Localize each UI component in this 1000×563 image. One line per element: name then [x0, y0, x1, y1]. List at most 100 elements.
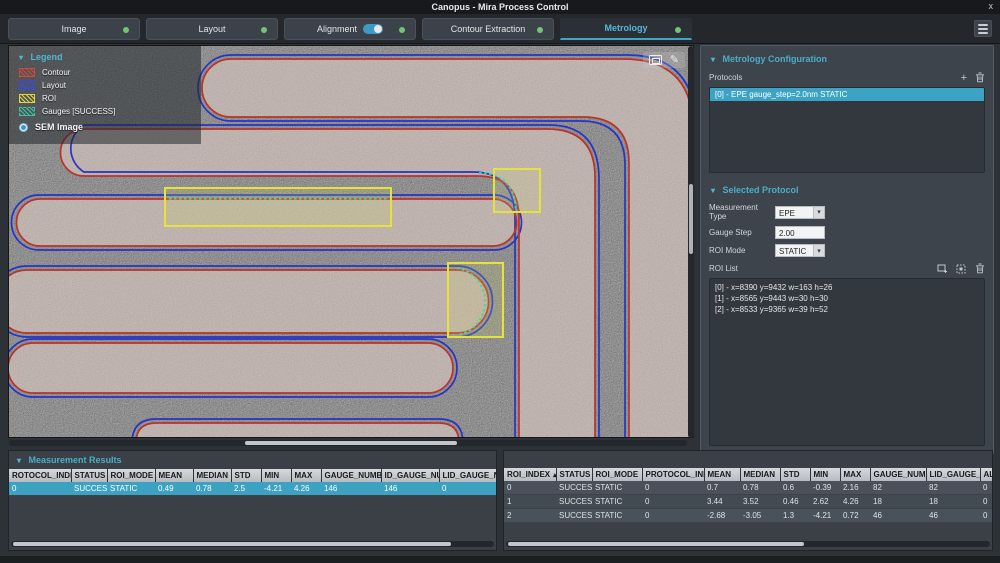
roi-results-pane: ROI_INDEX▴STATUSROI_MODEPROTOCOL_INDEXME…: [503, 450, 993, 551]
gauge-step-input[interactable]: 2.00: [775, 226, 825, 239]
column-header[interactable]: MAX: [840, 468, 871, 481]
hscroll-thumb[interactable]: [13, 542, 451, 546]
column-header[interactable]: GAUGE_NUMBER: [870, 468, 927, 481]
chevron-down-icon: ▾: [711, 55, 716, 64]
chevron-down-icon: ▾: [813, 244, 825, 257]
legend: ▾ Legend Contour Layout ROI Gauges [SUCC…: [9, 46, 201, 144]
column-header[interactable]: GAUGE_NUMBER: [321, 469, 382, 482]
measurement-results-header[interactable]: ▾ Measurement Results: [17, 455, 496, 465]
delete-protocol-icon[interactable]: [975, 72, 985, 83]
legend-item-layout: Layout: [19, 81, 191, 90]
gauge-step-row: Gauge Step 2.00: [709, 226, 985, 239]
column-header[interactable]: LID_GAUGE_NUMB: [926, 468, 981, 481]
right-table-hscrollbar[interactable]: [506, 541, 990, 547]
selected-protocol-header[interactable]: ▾ Selected Protocol: [711, 185, 985, 195]
column-header[interactable]: MIN: [810, 468, 841, 481]
measurement-type-row: Measurement Type EPE ▾: [709, 203, 985, 221]
draw-roi-icon[interactable]: [648, 55, 662, 65]
tab-alignment[interactable]: Alignment: [284, 17, 416, 40]
image-vscrollbar[interactable]: [688, 46, 694, 438]
roi-coord-item[interactable]: [1] - x=8565 y=9443 w=30 h=30: [715, 293, 979, 304]
roi-list-label: ROI List: [709, 264, 738, 273]
status-dot: [675, 26, 681, 33]
protocol-item[interactable]: [0] - EPE gauge_step=2.0nm STATIC: [710, 88, 984, 101]
column-header[interactable]: ROI_INDEX▴: [504, 468, 557, 481]
layout-swatch: [19, 81, 35, 90]
hscroll-thumb[interactable]: [245, 441, 457, 445]
roi-rect-2[interactable]: [447, 262, 504, 338]
column-header[interactable]: STD: [231, 469, 262, 482]
tab-label: Layout: [198, 23, 226, 34]
status-dot: [123, 26, 129, 33]
column-header[interactable]: ALID: [980, 468, 992, 481]
column-header[interactable]: MIN: [261, 469, 292, 482]
table-row[interactable]: 2SUCCESSSTATIC0-2.68-3.051.3-4.210.72464…: [504, 508, 992, 523]
protocol-list: [0] - EPE gauge_step=2.0nm STATIC: [709, 87, 985, 173]
pick-roi-icon[interactable]: [956, 264, 967, 274]
tab-bar: Image Layout Alignment Contour Extractio…: [0, 14, 1000, 44]
column-header[interactable]: ID_GAUGE_NUMI: [381, 469, 440, 482]
table-row[interactable]: 0SUCCESSSTATIC0.490.782.5-4.214.26146146…: [9, 482, 496, 496]
menu-icon[interactable]: [974, 20, 992, 37]
sem-image-radio-row[interactable]: SEM Image: [19, 122, 191, 132]
roi-mode-select[interactable]: STATIC ▾: [775, 244, 825, 257]
roi-coord-list[interactable]: [0] - x=8390 y=9432 w=163 h=26 [1] - x=8…: [709, 278, 985, 446]
column-header[interactable]: MAX: [291, 469, 322, 482]
column-header[interactable]: MEDIAN: [193, 469, 232, 482]
sem-image-viewport[interactable]: ▾ Legend Contour Layout ROI Gauges [SUCC…: [8, 45, 694, 438]
tab-metrology[interactable]: Metrology: [560, 17, 692, 40]
roi-list-row: ROI List: [709, 263, 985, 274]
legend-title: Legend: [30, 52, 63, 62]
chevron-down-icon: ▾: [711, 186, 716, 195]
column-header[interactable]: PROTOCOL_INDEX: [642, 468, 705, 481]
measurement-type-select[interactable]: EPE ▾: [775, 205, 825, 219]
hscroll-thumb[interactable]: [508, 542, 804, 546]
alignment-toggle[interactable]: [363, 23, 384, 34]
left-table-hscrollbar[interactable]: [11, 541, 494, 547]
status-dot: [537, 26, 543, 33]
chevron-down-icon: ▾: [17, 456, 22, 465]
column-header[interactable]: MEAN: [704, 468, 741, 481]
column-header[interactable]: ROTOCOL_INDE-: [9, 469, 72, 482]
edit-pencil-icon[interactable]: ✎: [670, 55, 679, 66]
column-header[interactable]: STATUS: [71, 469, 108, 482]
add-roi-icon[interactable]: [937, 264, 948, 274]
column-header[interactable]: LID_GAUGE_NUM: [439, 469, 496, 482]
close-icon[interactable]: x: [989, 1, 994, 11]
metrology-config-header[interactable]: ▾ Metrology Configuration: [711, 54, 985, 64]
roi-coord-item[interactable]: [2] - x=8533 y=9365 w=39 h=52: [715, 304, 979, 315]
roi-rect-0[interactable]: [164, 187, 392, 227]
column-header[interactable]: MEDIAN: [740, 468, 781, 481]
tab-contour-extraction[interactable]: Contour Extraction: [422, 17, 554, 40]
chevron-down-icon: ▾: [813, 205, 825, 219]
roi-swatch: [19, 94, 35, 103]
vscroll-thumb[interactable]: [689, 184, 693, 254]
metrology-config-panel: ▾ Metrology Configuration Protocols + [0…: [700, 45, 994, 489]
protocols-row: Protocols +: [709, 72, 985, 83]
roi-coord-item[interactable]: [0] - x=8390 y=9432 w=163 h=26: [715, 282, 979, 293]
column-header[interactable]: ROI_MODE: [107, 469, 156, 482]
chevron-down-icon: ▾: [19, 53, 24, 62]
column-header[interactable]: STD: [780, 468, 811, 481]
protocol-results-table: ROTOCOL_INDE-STATUSROI_MODEMEANMEDIANSTD…: [9, 469, 496, 496]
sem-image-label: SEM Image: [35, 122, 84, 132]
tab-label: Contour Extraction: [450, 23, 526, 34]
legend-item-contour: Contour: [19, 68, 191, 77]
table-row[interactable]: 1SUCCESSSTATIC03.443.520.462.624.2618180: [504, 494, 992, 509]
column-header[interactable]: ROI_MODE: [592, 468, 643, 481]
column-header[interactable]: STATUS: [556, 468, 593, 481]
add-protocol-icon[interactable]: +: [961, 72, 967, 83]
status-dot: [261, 26, 267, 33]
column-header[interactable]: MEAN: [155, 469, 194, 482]
tab-layout[interactable]: Layout: [146, 17, 278, 40]
image-hscrollbar[interactable]: [9, 440, 687, 446]
roi-rect-1[interactable]: [493, 168, 541, 213]
legend-header[interactable]: ▾ Legend: [19, 52, 191, 62]
legend-item-roi: ROI: [19, 94, 191, 103]
roi-results-table: ROI_INDEX▴STATUSROI_MODEPROTOCOL_INDEXME…: [504, 468, 992, 523]
radio-icon[interactable]: [19, 122, 28, 132]
tab-label: Metrology: [604, 23, 648, 33]
delete-roi-icon[interactable]: [975, 263, 985, 274]
tab-image[interactable]: Image: [8, 17, 140, 40]
table-row[interactable]: 0SUCCESSSTATIC00.70.780.6-0.392.1682820: [504, 481, 992, 495]
